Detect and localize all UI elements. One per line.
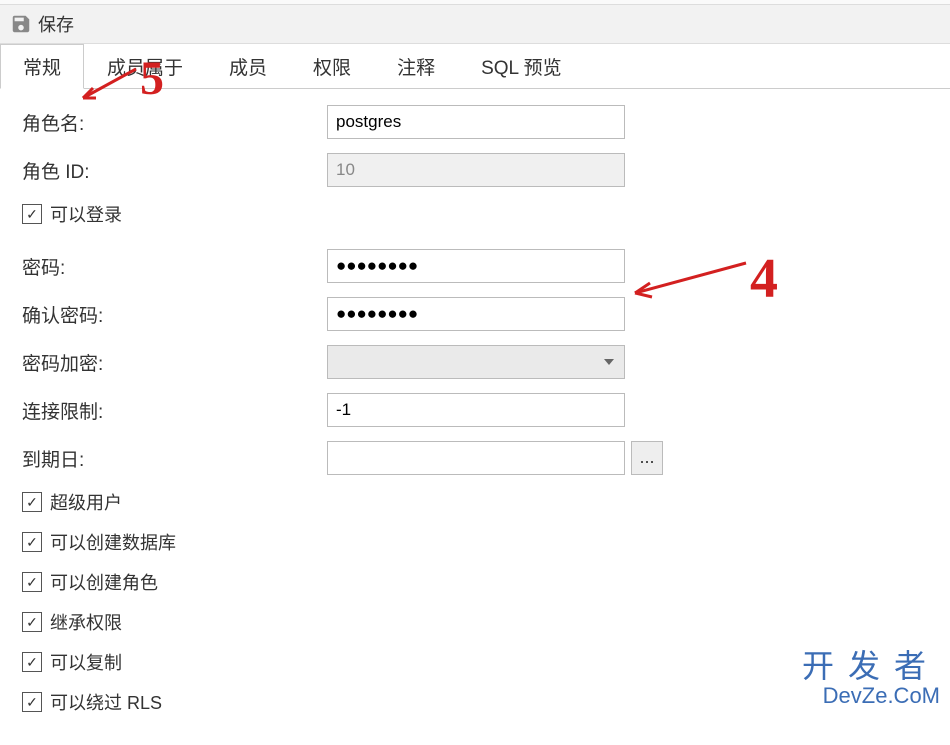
- inherit-checkbox[interactable]: [22, 612, 42, 632]
- tab-bar: 常规 成员属于 成员 权限 注释 SQL 预览: [0, 44, 950, 89]
- save-button[interactable]: 保存: [38, 11, 74, 37]
- superuser-label: 超级用户: [50, 489, 122, 515]
- password-encryption-label: 密码加密:: [22, 349, 327, 376]
- replicate-checkbox[interactable]: [22, 652, 42, 672]
- password-input[interactable]: [327, 249, 625, 283]
- password-encryption-select[interactable]: [327, 345, 625, 379]
- save-icon: [10, 13, 32, 35]
- role-id-input: [327, 153, 625, 187]
- toolbar: 保存: [0, 5, 950, 44]
- tab-member-of[interactable]: 成员属于: [84, 44, 206, 89]
- expiry-date-input[interactable]: [327, 441, 625, 475]
- role-name-label: 角色名:: [22, 109, 327, 136]
- expiry-date-label: 到期日:: [22, 445, 327, 472]
- confirm-password-input[interactable]: [327, 297, 625, 331]
- superuser-checkbox[interactable]: [22, 492, 42, 512]
- replicate-label: 可以复制: [50, 649, 122, 675]
- tab-general[interactable]: 常规: [0, 44, 84, 89]
- watermark-line2: DevZe.CoM: [802, 684, 940, 707]
- tab-comment[interactable]: 注释: [374, 44, 458, 89]
- inherit-label: 继承权限: [50, 609, 122, 635]
- role-name-input[interactable]: [327, 105, 625, 139]
- bypass-rls-checkbox[interactable]: [22, 692, 42, 712]
- can-login-label: 可以登录: [50, 201, 122, 227]
- watermark: 开发者 DevZe.CoM: [802, 650, 940, 707]
- can-login-checkbox[interactable]: [22, 204, 42, 224]
- bypass-rls-label: 可以绕过 RLS: [50, 689, 162, 715]
- tab-privileges[interactable]: 权限: [290, 44, 374, 89]
- tab-members[interactable]: 成员: [206, 44, 290, 89]
- connection-limit-input[interactable]: [327, 393, 625, 427]
- tab-sql-preview[interactable]: SQL 预览: [458, 44, 585, 89]
- create-db-checkbox[interactable]: [22, 532, 42, 552]
- expiry-date-picker-button[interactable]: ...: [631, 441, 663, 475]
- connection-limit-label: 连接限制:: [22, 397, 327, 424]
- create-role-label: 可以创建角色: [50, 569, 158, 595]
- create-role-checkbox[interactable]: [22, 572, 42, 592]
- watermark-line1: 开发者: [802, 650, 940, 684]
- confirm-password-label: 确认密码:: [22, 301, 327, 328]
- role-id-label: 角色 ID:: [22, 157, 327, 184]
- form-panel: 角色名: 角色 ID: 可以登录 密码: 确认密码: 密码加密: 连接限制: 到…: [0, 89, 950, 745]
- password-label: 密码:: [22, 253, 327, 280]
- create-db-label: 可以创建数据库: [50, 529, 176, 555]
